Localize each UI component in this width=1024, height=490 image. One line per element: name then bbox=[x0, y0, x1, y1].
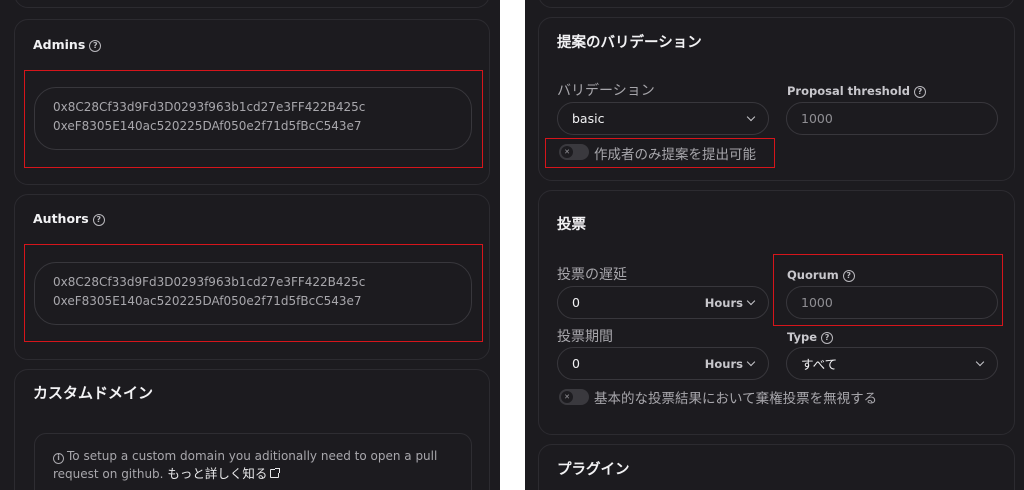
voting-delay-input[interactable]: 0 Hours bbox=[557, 286, 769, 319]
previous-card bbox=[538, 0, 1015, 8]
previous-card bbox=[14, 0, 490, 8]
chevron-down-icon bbox=[746, 296, 756, 305]
chevron-down-icon bbox=[746, 112, 756, 121]
proposal-threshold-label-text: Proposal threshold bbox=[787, 84, 910, 98]
voting-period-value: 0 bbox=[572, 356, 580, 371]
authors-highlight-box bbox=[24, 244, 483, 342]
left-settings-panel: Admins? 0x8C28Cf33d9Fd3D0293f963b1cd27e3… bbox=[0, 0, 500, 490]
plugins-card: プラグイン bbox=[538, 444, 1015, 490]
voting-type-label-text: Type bbox=[787, 330, 818, 344]
help-icon[interactable]: ? bbox=[92, 214, 105, 226]
ignore-abstain-toggle[interactable]: ✕ bbox=[559, 389, 589, 405]
voting-type-label: Type? bbox=[787, 330, 834, 344]
voting-type-select[interactable]: すべて bbox=[786, 347, 998, 380]
learn-more-text: もっと詳しく知る bbox=[167, 466, 268, 481]
voting-title: 投票 bbox=[557, 217, 586, 233]
custom-domain-card: カスタムドメイン i To setup a custom domain you a… bbox=[14, 369, 490, 490]
voting-delay-value: 0 bbox=[572, 295, 580, 310]
validation-select-value: basic bbox=[572, 111, 605, 126]
proposal-threshold-placeholder: 1000 bbox=[801, 111, 833, 126]
plugins-title: プラグイン bbox=[557, 462, 630, 478]
authors-title: Authors? bbox=[33, 211, 105, 226]
custom-domain-info: i To setup a custom domain you aditionall… bbox=[34, 433, 472, 490]
quorum-highlight-box bbox=[773, 254, 1003, 326]
voting-period-label: 投票期間 bbox=[557, 329, 613, 345]
right-settings-panel: 提案のバリデーション バリデーション Proposal threshold? b… bbox=[525, 0, 1024, 490]
help-icon[interactable]: ? bbox=[913, 86, 926, 98]
voting-delay-unit[interactable]: Hours bbox=[705, 296, 743, 310]
custom-domain-title: カスタムドメイン bbox=[33, 384, 154, 402]
voting-type-value: すべて bbox=[801, 357, 838, 372]
proposal-threshold-input[interactable]: 1000 bbox=[786, 102, 998, 135]
learn-more-link[interactable]: もっと詳しく知る bbox=[167, 466, 281, 481]
chevron-down-icon bbox=[746, 357, 756, 366]
help-icon[interactable]: ? bbox=[821, 332, 834, 344]
close-icon: ✕ bbox=[561, 391, 573, 403]
ignore-abstain-label: 基本的な投票結果において棄権投票を無視する bbox=[594, 391, 878, 407]
external-link-icon bbox=[270, 468, 281, 478]
info-icon: i bbox=[53, 453, 64, 464]
help-icon[interactable]: ? bbox=[89, 40, 102, 52]
validation-label: バリデーション bbox=[557, 83, 655, 99]
validation-select[interactable]: basic bbox=[557, 102, 769, 135]
voting-period-input[interactable]: 0 Hours bbox=[557, 347, 769, 380]
chevron-down-icon bbox=[975, 357, 985, 366]
admins-title-text: Admins bbox=[33, 37, 86, 52]
voting-period-unit[interactable]: Hours bbox=[705, 357, 743, 371]
authors-title-text: Authors bbox=[33, 211, 89, 226]
admins-title: Admins? bbox=[33, 37, 102, 52]
proposal-validation-title: 提案のバリデーション bbox=[557, 35, 702, 51]
voting-delay-label: 投票の遅延 bbox=[557, 267, 627, 283]
authors-only-highlight-box bbox=[545, 138, 775, 168]
proposal-threshold-label: Proposal threshold? bbox=[787, 84, 926, 98]
admins-highlight-box bbox=[24, 70, 483, 168]
